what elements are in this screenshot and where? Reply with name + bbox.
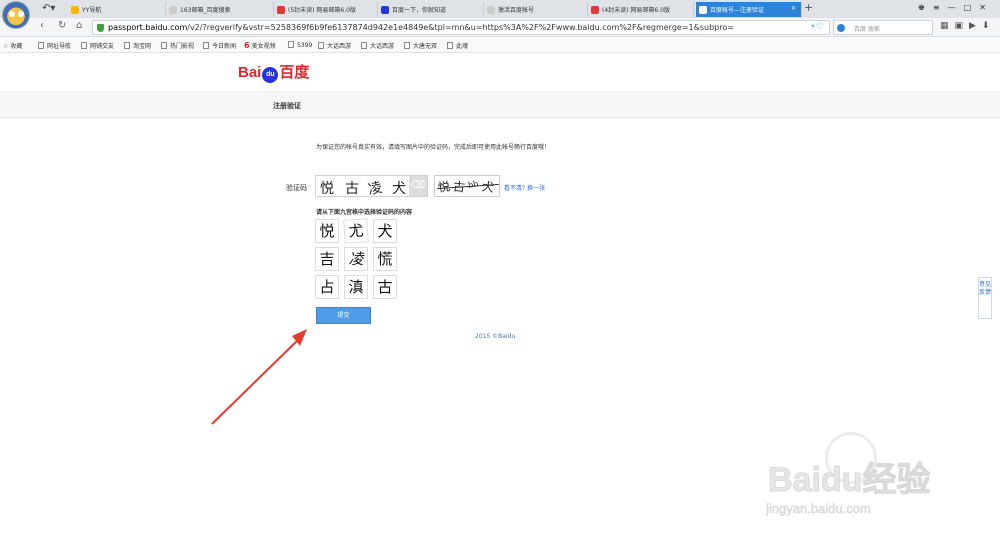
- watermark-site: jingyan.baidu.com: [766, 501, 871, 517]
- arrow-shaft: [211, 337, 301, 425]
- watermark-brand: Baidu经验: [767, 461, 931, 500]
- baidu-jingyan-watermark: Baidu经验 jingyan.baidu.com: [760, 432, 960, 527]
- user-avatar[interactable]: [2, 1, 30, 29]
